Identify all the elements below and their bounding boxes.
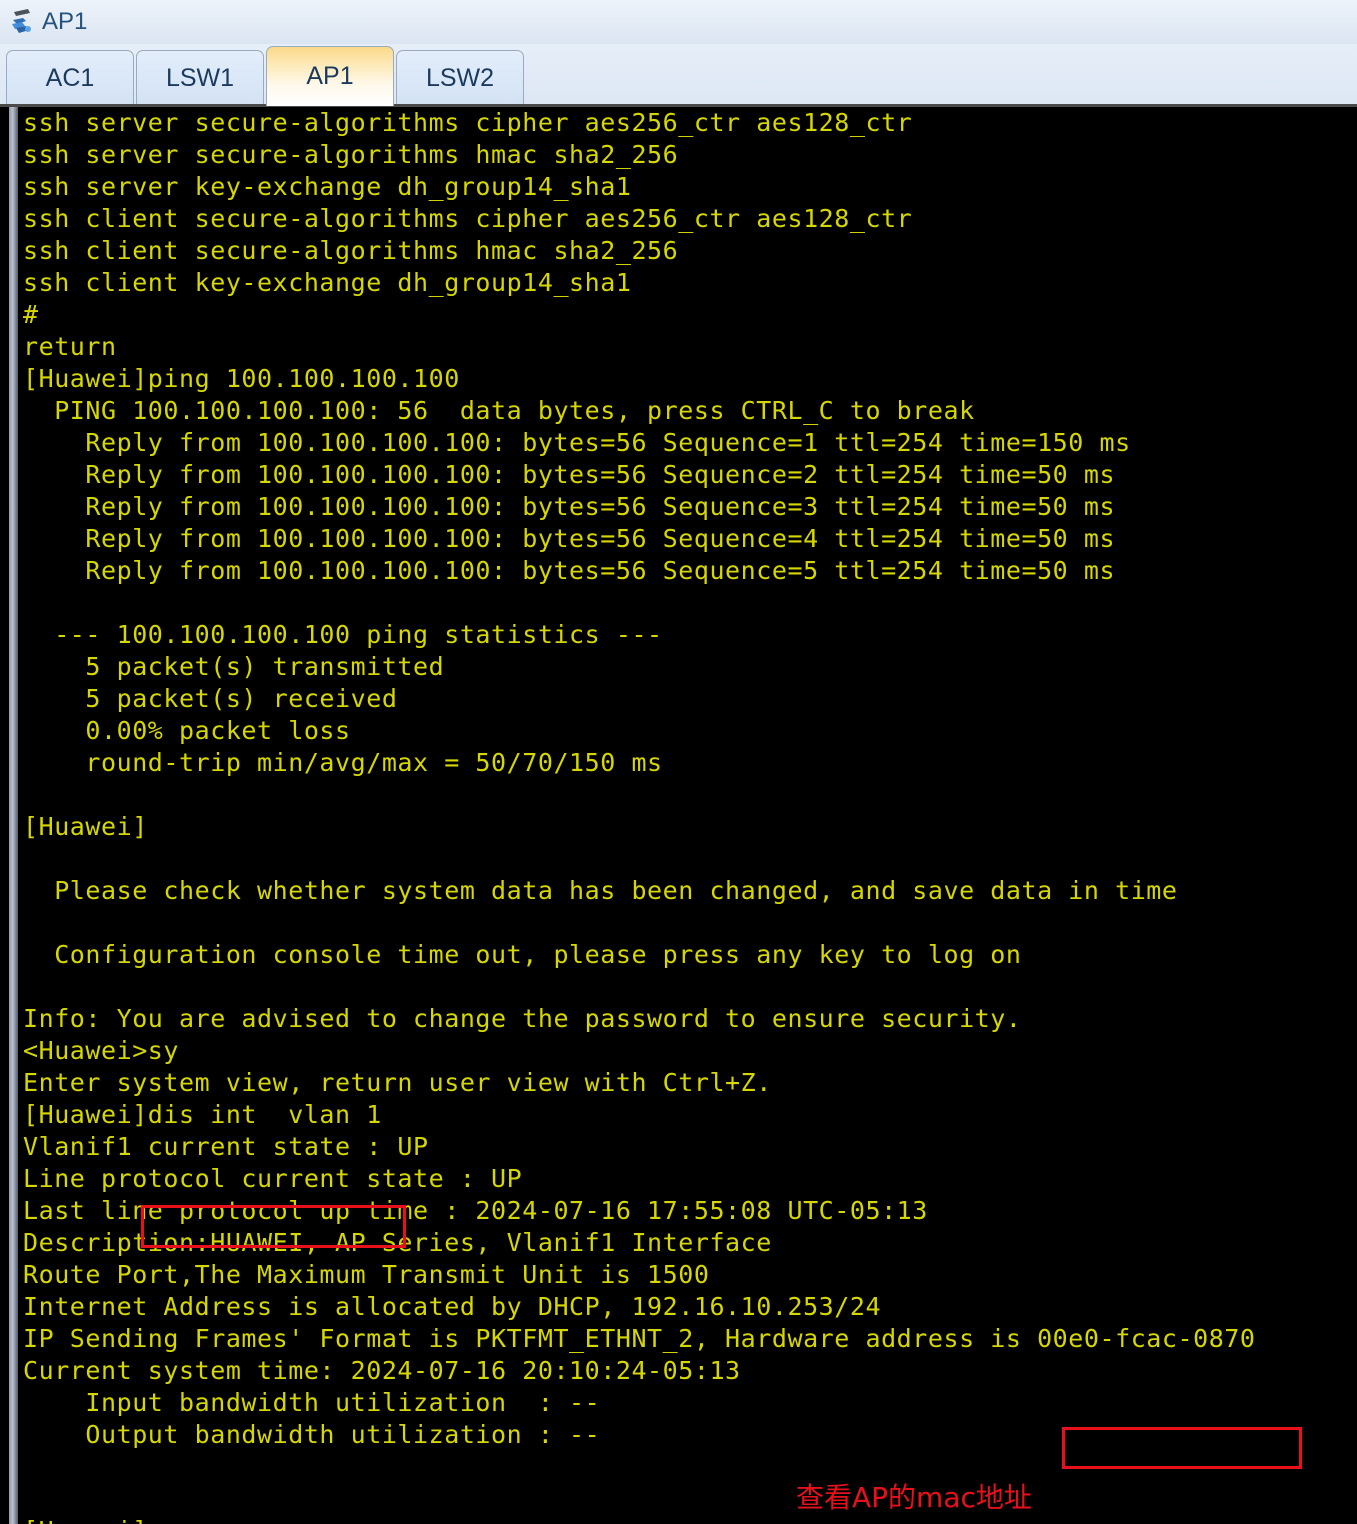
terminal-line: Info: You are advised to change the pass… <box>23 1004 1022 1033</box>
terminal-line: Internet Address is allocated by DHCP, 1… <box>23 1292 882 1321</box>
device-tab-strip: AC1 LSW1 AP1 LSW2 <box>0 44 1357 106</box>
tab-lsw2[interactable]: LSW2 <box>396 50 524 106</box>
annotation-label-mac-note: 查看AP的mac地址 <box>796 1481 1032 1514</box>
terminal-line: return <box>23 332 117 361</box>
terminal-line: Input bandwidth utilization : -- <box>23 1388 601 1417</box>
terminal-line: Line protocol current state : UP <box>23 1164 523 1193</box>
tab-ac1[interactable]: AC1 <box>6 50 134 106</box>
terminal-line: Current system time: 2024-07-16 20:10:24… <box>23 1356 741 1385</box>
terminal-line: ssh client key-exchange dh_group14_sha1 <box>23 268 632 297</box>
terminal-line: round-trip min/avg/max = 50/70/150 ms <box>23 748 663 777</box>
terminal-line: [Huawei] <box>23 812 148 841</box>
window-title-bar: AP1 <box>0 0 1357 44</box>
terminal-left-rail <box>9 107 18 1524</box>
device-console-window: AP1 AC1 LSW1 AP1 LSW2 ssh server secure-… <box>0 0 1357 1524</box>
tab-label: LSW1 <box>165 64 235 92</box>
terminal-line: ssh server secure-algorithms hmac sha2_2… <box>23 140 679 169</box>
terminal-output: ssh server secure-algorithms cipher aes2… <box>23 107 1357 1524</box>
terminal-line: --- 100.100.100.100 ping statistics --- <box>23 620 663 649</box>
terminal-line: # <box>23 300 39 329</box>
terminal-line: Configuration console time out, please p… <box>23 940 1022 969</box>
terminal-line: Reply from 100.100.100.100: bytes=56 Seq… <box>23 460 1116 489</box>
terminal-line: [Huawei]dis int vlan 1 <box>23 1100 382 1129</box>
tab-ap1[interactable]: AP1 <box>266 46 394 106</box>
tab-label: AP1 <box>306 62 354 90</box>
terminal-line: Reply from 100.100.100.100: bytes=56 Seq… <box>23 428 1131 457</box>
terminal-line: Reply from 100.100.100.100: bytes=56 Seq… <box>23 492 1116 521</box>
terminal-line: IP Sending Frames' Format is PKTFMT_ETHN… <box>23 1324 1256 1353</box>
terminal-line: PING 100.100.100.100: 56 data bytes, pre… <box>23 396 975 425</box>
terminal-line: [Huawei]ping 100.100.100.100 <box>23 364 460 393</box>
window-title: AP1 <box>42 8 88 35</box>
terminal-line: 5 packet(s) received <box>23 684 398 713</box>
terminal-line: Description:HUAWEI, AP Series, Vlanif1 I… <box>23 1228 772 1257</box>
terminal-line: Please check whether system data has bee… <box>23 876 1178 905</box>
tab-label: LSW2 <box>425 64 495 92</box>
terminal-line: [Huawei] <box>23 1515 1357 1524</box>
terminal-line: 5 packet(s) transmitted <box>23 652 445 681</box>
terminal-line: ssh server secure-algorithms cipher aes2… <box>23 108 913 137</box>
terminal-line: ssh client secure-algorithms cipher aes2… <box>23 204 913 233</box>
terminal-line: ssh server key-exchange dh_group14_sha1 <box>23 172 632 201</box>
tab-label: AC1 <box>45 64 95 92</box>
device-config-icon <box>8 7 38 37</box>
terminal-line: <Huawei>sy <box>23 1036 180 1065</box>
terminal-line: Enter system view, return user view with… <box>23 1068 772 1097</box>
terminal-line: ssh client secure-algorithms hmac sha2_2… <box>23 236 679 265</box>
terminal-line: Vlanif1 current state : UP <box>23 1132 429 1161</box>
terminal-line: Reply from 100.100.100.100: bytes=56 Seq… <box>23 556 1116 585</box>
terminal-line: Output bandwidth utilization : -- <box>23 1420 601 1449</box>
terminal-line: Last line protocol up time : 2024-07-16 … <box>23 1196 928 1225</box>
terminal-line: Reply from 100.100.100.100: bytes=56 Seq… <box>23 524 1116 553</box>
tab-lsw1[interactable]: LSW1 <box>136 50 264 106</box>
terminal-line: 0.00% packet loss <box>23 716 351 745</box>
cli-terminal[interactable]: ssh server secure-algorithms cipher aes2… <box>0 107 1357 1524</box>
terminal-line: Route Port,The Maximum Transmit Unit is … <box>23 1260 710 1289</box>
